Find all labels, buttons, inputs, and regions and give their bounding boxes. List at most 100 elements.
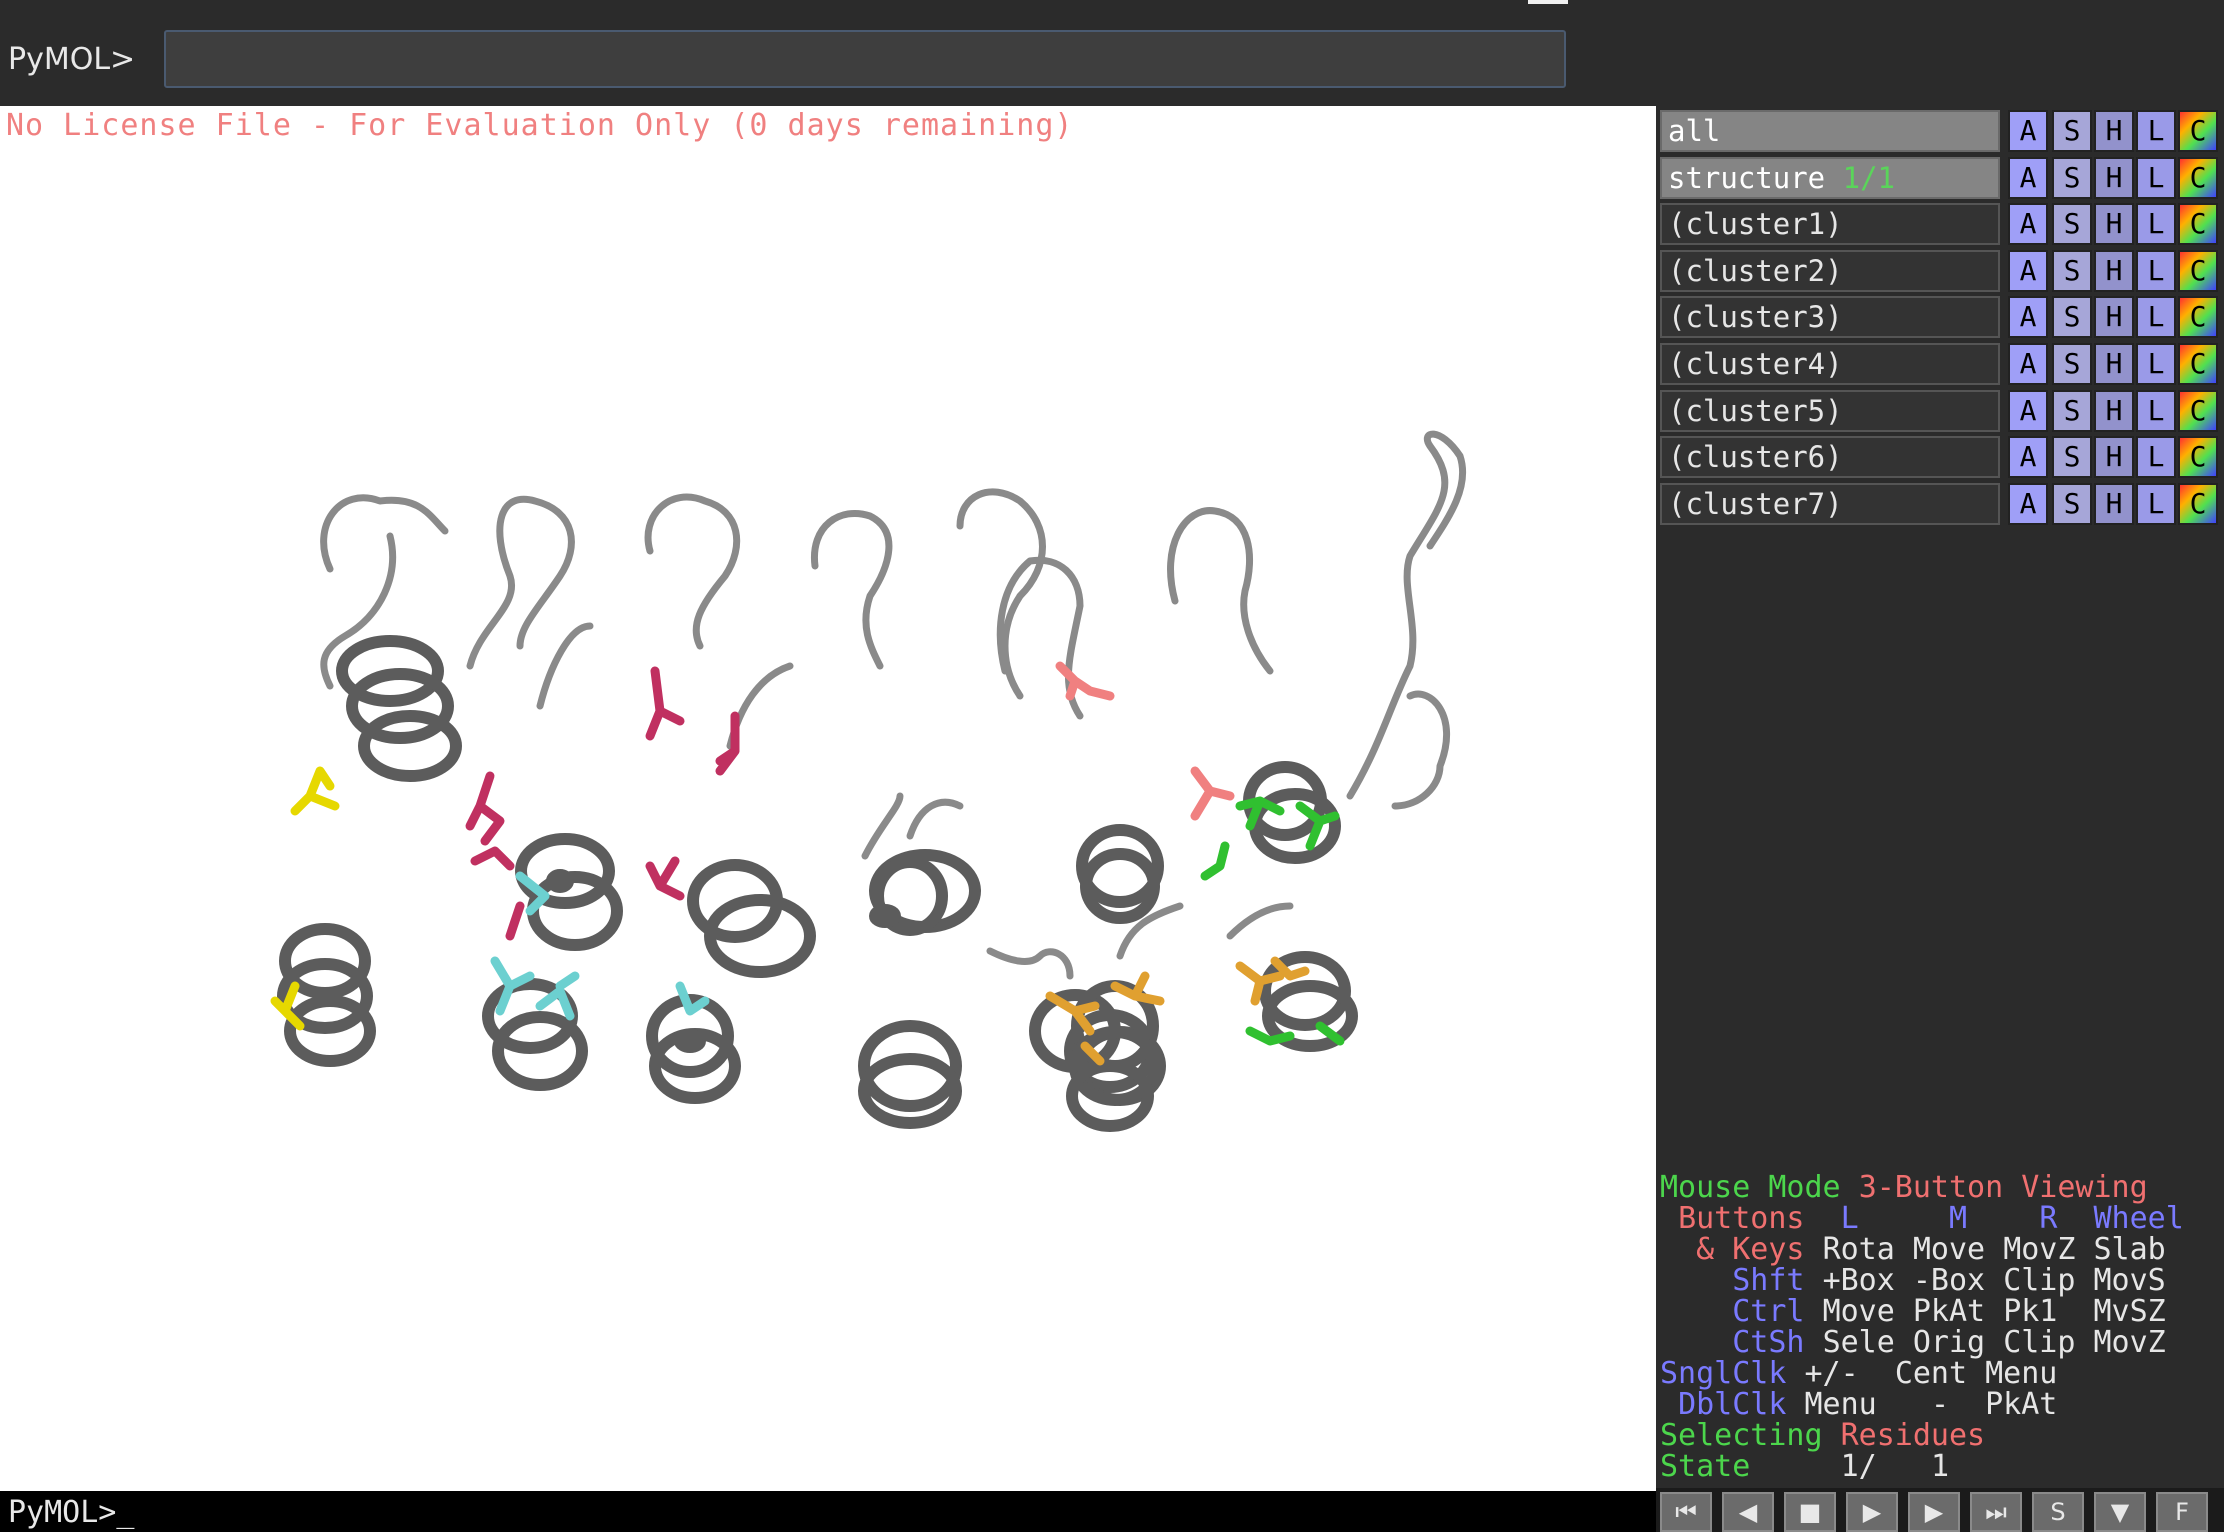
action-button[interactable]: A	[2008, 436, 2048, 479]
window-indicator	[1528, 0, 1568, 4]
object-name-label: (cluster4)	[1668, 347, 1843, 381]
hide-button[interactable]: H	[2094, 110, 2134, 152]
mouse-mode-value[interactable]: 3-Button Viewing	[1859, 1170, 2148, 1205]
object-row[interactable]: (cluster2) ASHLC	[1660, 249, 2224, 292]
color-button[interactable]: C	[2178, 156, 2218, 199]
label-button[interactable]: L	[2136, 343, 2176, 385]
label-button[interactable]: L	[2136, 249, 2176, 292]
color-button[interactable]: C	[2178, 343, 2218, 385]
sngl-l: +/-	[1804, 1356, 1859, 1391]
object-row[interactable]: (cluster3) ASHLC	[1660, 296, 2224, 339]
label-button[interactable]: L	[2136, 203, 2176, 246]
ctsh-wheel: MovZ	[2093, 1325, 2166, 1360]
output-prompt: PyMOL>_	[8, 1495, 135, 1530]
color-button[interactable]: C	[2178, 482, 2218, 525]
label-button[interactable]: L	[2136, 482, 2176, 525]
object-name[interactable]: (cluster4)	[1660, 343, 2000, 385]
hide-button[interactable]: H	[2094, 249, 2134, 292]
show-button[interactable]: S	[2052, 482, 2092, 525]
keys-m: Move	[1912, 1232, 1986, 1267]
label-button[interactable]: L	[2136, 110, 2176, 152]
action-button[interactable]: A	[2008, 389, 2048, 432]
object-name-label: (cluster7)	[1668, 486, 1843, 521]
ctsh-label: CtSh	[1732, 1325, 1805, 1360]
ctsh-m: Orig	[1912, 1325, 1986, 1360]
show-button[interactable]: S	[2052, 249, 2092, 292]
show-button[interactable]: S	[2052, 296, 2092, 339]
keys-l: Rota	[1822, 1232, 1895, 1267]
show-button[interactable]: S	[2052, 389, 2092, 432]
object-name[interactable]: structure 1/1	[1660, 156, 2000, 199]
hide-button[interactable]: H	[2094, 436, 2134, 479]
col-wheel: Wheel	[2093, 1201, 2184, 1236]
show-button[interactable]: S	[2052, 156, 2092, 199]
dblclk-label: DblClk	[1678, 1387, 1787, 1422]
keys-r: MovZ	[2003, 1232, 2076, 1267]
object-row[interactable]: (cluster5) ASHLC	[1660, 389, 2224, 432]
action-button[interactable]: A	[2008, 156, 2048, 199]
step-back-button[interactable]: ◀	[1722, 1492, 1774, 1532]
scene-button[interactable]: S	[2032, 1492, 2084, 1532]
hide-button[interactable]: H	[2094, 343, 2134, 385]
object-row[interactable]: all ASHLC	[1660, 110, 2224, 152]
action-button[interactable]: A	[2008, 296, 2048, 339]
object-row[interactable]: (cluster7) ASHLC	[1660, 482, 2224, 525]
color-button[interactable]: C	[2178, 110, 2218, 152]
hide-button[interactable]: H	[2094, 389, 2134, 432]
object-name[interactable]: all	[1660, 110, 2000, 152]
hide-button[interactable]: H	[2094, 482, 2134, 525]
object-row[interactable]: (cluster1) ASHLC	[1660, 203, 2224, 246]
label-button[interactable]: L	[2136, 296, 2176, 339]
shft-r: Clip	[2003, 1263, 2076, 1298]
dropdown-button[interactable]: ▼	[2094, 1492, 2146, 1532]
color-button[interactable]: C	[2178, 389, 2218, 432]
protein-cartoon[interactable]	[0, 106, 1656, 1491]
hide-button[interactable]: H	[2094, 156, 2134, 199]
step-forward-button[interactable]: ▶	[1908, 1492, 1960, 1532]
dbl-m: -	[1930, 1387, 1949, 1422]
color-button[interactable]: C	[2178, 249, 2218, 292]
sngl-r: Menu	[1985, 1356, 2058, 1391]
buttons-label: Buttons	[1678, 1201, 1805, 1236]
action-button[interactable]: A	[2008, 203, 2048, 246]
action-button[interactable]: A	[2008, 343, 2048, 385]
object-row[interactable]: (cluster4) ASHLC	[1660, 343, 2224, 385]
object-name[interactable]: (cluster3)	[1660, 296, 2000, 339]
play-button[interactable]: ▶	[1846, 1492, 1898, 1532]
object-name[interactable]: (cluster6)	[1660, 436, 2000, 479]
object-row[interactable]: structure 1/1 A S H L C	[1660, 156, 2224, 199]
mouse-mode-title: Mouse Mode	[1660, 1170, 1841, 1205]
label-button[interactable]: L	[2136, 436, 2176, 479]
object-name-label: (cluster2)	[1668, 253, 1843, 288]
action-button[interactable]: A	[2008, 249, 2048, 292]
show-button[interactable]: S	[2052, 343, 2092, 385]
object-name[interactable]: (cluster1)	[1660, 203, 2000, 246]
color-button[interactable]: C	[2178, 436, 2218, 479]
show-button[interactable]: S	[2052, 110, 2092, 152]
object-row[interactable]: (cluster6) ASHLC	[1660, 436, 2224, 479]
molecular-viewer[interactable]: No License File - For Evaluation Only (0…	[0, 106, 1656, 1491]
action-button[interactable]: A	[2008, 482, 2048, 525]
object-name-label: structure	[1668, 160, 1826, 195]
hide-button[interactable]: H	[2094, 203, 2134, 246]
object-name[interactable]: (cluster5)	[1660, 389, 2000, 432]
object-name[interactable]: (cluster2)	[1660, 249, 2000, 292]
show-button[interactable]: S	[2052, 436, 2092, 479]
command-input[interactable]	[164, 30, 1566, 88]
command-bar: PyMOL>	[0, 6, 2224, 106]
hide-button[interactable]: H	[2094, 296, 2134, 339]
selecting-value[interactable]: Residues	[1841, 1418, 1986, 1453]
object-name[interactable]: (cluster7)	[1660, 482, 2000, 525]
show-button[interactable]: S	[2052, 203, 2092, 246]
fullscreen-button[interactable]: F	[2156, 1492, 2208, 1532]
action-button[interactable]: A	[2008, 110, 2048, 152]
output-line[interactable]: PyMOL>_	[0, 1491, 1656, 1532]
color-button[interactable]: C	[2178, 203, 2218, 246]
stop-button[interactable]: ■	[1784, 1492, 1836, 1532]
color-button[interactable]: C	[2178, 296, 2218, 339]
fast-forward-button[interactable]: ⏭	[1970, 1492, 2022, 1532]
rewind-button[interactable]: ⏮	[1660, 1492, 1712, 1532]
object-name-label: (cluster3)	[1668, 300, 1843, 335]
label-button[interactable]: L	[2136, 156, 2176, 199]
label-button[interactable]: L	[2136, 389, 2176, 432]
